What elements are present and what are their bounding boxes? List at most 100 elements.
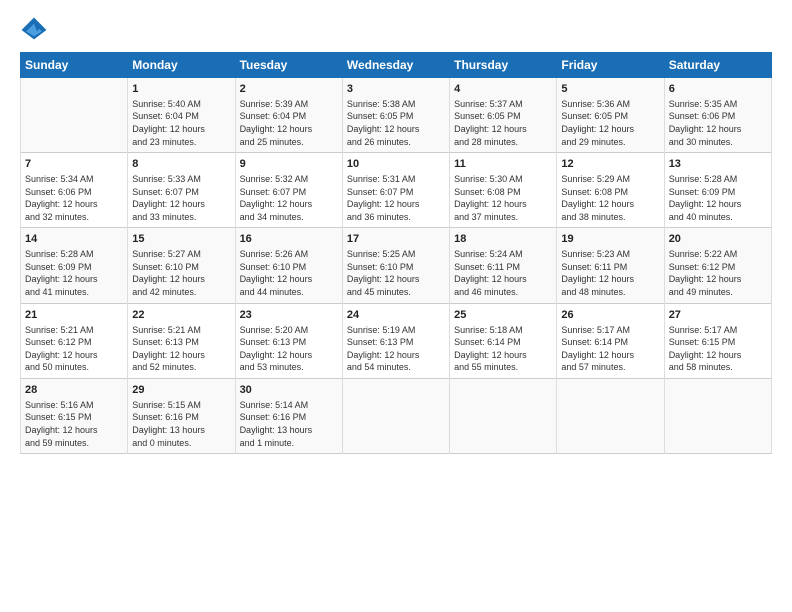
cell-content: Sunrise: 5:24 AM Sunset: 6:11 PM Dayligh… [454,248,552,298]
calendar-week-row: 7Sunrise: 5:34 AM Sunset: 6:06 PM Daylig… [21,153,772,228]
calendar-cell: 17Sunrise: 5:25 AM Sunset: 6:10 PM Dayli… [342,228,449,303]
calendar-cell: 15Sunrise: 5:27 AM Sunset: 6:10 PM Dayli… [128,228,235,303]
calendar-cell: 10Sunrise: 5:31 AM Sunset: 6:07 PM Dayli… [342,153,449,228]
cell-content: Sunrise: 5:39 AM Sunset: 6:04 PM Dayligh… [240,98,338,148]
calendar-cell: 8Sunrise: 5:33 AM Sunset: 6:07 PM Daylig… [128,153,235,228]
calendar-cell: 29Sunrise: 5:15 AM Sunset: 6:16 PM Dayli… [128,378,235,453]
calendar-cell: 5Sunrise: 5:36 AM Sunset: 6:05 PM Daylig… [557,78,664,153]
cell-content: Sunrise: 5:22 AM Sunset: 6:12 PM Dayligh… [669,248,767,298]
cell-content: Sunrise: 5:16 AM Sunset: 6:15 PM Dayligh… [25,399,123,449]
cell-content: Sunrise: 5:25 AM Sunset: 6:10 PM Dayligh… [347,248,445,298]
cell-content: Sunrise: 5:38 AM Sunset: 6:05 PM Dayligh… [347,98,445,148]
day-number: 10 [347,157,445,172]
day-number: 7 [25,157,123,172]
calendar-cell [557,378,664,453]
calendar-cell: 3Sunrise: 5:38 AM Sunset: 6:05 PM Daylig… [342,78,449,153]
day-number: 2 [240,82,338,97]
day-number: 18 [454,232,552,247]
calendar-cell [664,378,771,453]
calendar-cell: 9Sunrise: 5:32 AM Sunset: 6:07 PM Daylig… [235,153,342,228]
day-number: 20 [669,232,767,247]
calendar-cell: 28Sunrise: 5:16 AM Sunset: 6:15 PM Dayli… [21,378,128,453]
cell-content: Sunrise: 5:26 AM Sunset: 6:10 PM Dayligh… [240,248,338,298]
day-number: 4 [454,82,552,97]
day-number: 19 [561,232,659,247]
column-header-sunday: Sunday [21,53,128,78]
logo-icon [20,16,48,44]
calendar-cell: 16Sunrise: 5:26 AM Sunset: 6:10 PM Dayli… [235,228,342,303]
day-number: 15 [132,232,230,247]
cell-content: Sunrise: 5:35 AM Sunset: 6:06 PM Dayligh… [669,98,767,148]
column-header-friday: Friday [557,53,664,78]
cell-content: Sunrise: 5:15 AM Sunset: 6:16 PM Dayligh… [132,399,230,449]
calendar-cell: 23Sunrise: 5:20 AM Sunset: 6:13 PM Dayli… [235,303,342,378]
day-number: 6 [669,82,767,97]
calendar-table: SundayMondayTuesdayWednesdayThursdayFrid… [20,52,772,454]
column-header-monday: Monday [128,53,235,78]
day-number: 23 [240,308,338,323]
calendar-cell: 14Sunrise: 5:28 AM Sunset: 6:09 PM Dayli… [21,228,128,303]
calendar-cell: 6Sunrise: 5:35 AM Sunset: 6:06 PM Daylig… [664,78,771,153]
calendar-cell: 19Sunrise: 5:23 AM Sunset: 6:11 PM Dayli… [557,228,664,303]
cell-content: Sunrise: 5:17 AM Sunset: 6:14 PM Dayligh… [561,324,659,374]
column-header-wednesday: Wednesday [342,53,449,78]
calendar-cell [450,378,557,453]
cell-content: Sunrise: 5:29 AM Sunset: 6:08 PM Dayligh… [561,173,659,223]
cell-content: Sunrise: 5:23 AM Sunset: 6:11 PM Dayligh… [561,248,659,298]
calendar-cell: 13Sunrise: 5:28 AM Sunset: 6:09 PM Dayli… [664,153,771,228]
day-number: 13 [669,157,767,172]
page-header [20,16,772,44]
day-number: 21 [25,308,123,323]
cell-content: Sunrise: 5:31 AM Sunset: 6:07 PM Dayligh… [347,173,445,223]
calendar-cell: 4Sunrise: 5:37 AM Sunset: 6:05 PM Daylig… [450,78,557,153]
day-number: 16 [240,232,338,247]
day-number: 3 [347,82,445,97]
calendar-cell: 21Sunrise: 5:21 AM Sunset: 6:12 PM Dayli… [21,303,128,378]
calendar-week-row: 21Sunrise: 5:21 AM Sunset: 6:12 PM Dayli… [21,303,772,378]
cell-content: Sunrise: 5:32 AM Sunset: 6:07 PM Dayligh… [240,173,338,223]
day-number: 25 [454,308,552,323]
cell-content: Sunrise: 5:30 AM Sunset: 6:08 PM Dayligh… [454,173,552,223]
column-header-tuesday: Tuesday [235,53,342,78]
calendar-week-row: 1Sunrise: 5:40 AM Sunset: 6:04 PM Daylig… [21,78,772,153]
cell-content: Sunrise: 5:17 AM Sunset: 6:15 PM Dayligh… [669,324,767,374]
calendar-cell [21,78,128,153]
logo [20,16,50,44]
cell-content: Sunrise: 5:21 AM Sunset: 6:12 PM Dayligh… [25,324,123,374]
column-header-thursday: Thursday [450,53,557,78]
cell-content: Sunrise: 5:27 AM Sunset: 6:10 PM Dayligh… [132,248,230,298]
cell-content: Sunrise: 5:37 AM Sunset: 6:05 PM Dayligh… [454,98,552,148]
cell-content: Sunrise: 5:21 AM Sunset: 6:13 PM Dayligh… [132,324,230,374]
calendar-cell: 22Sunrise: 5:21 AM Sunset: 6:13 PM Dayli… [128,303,235,378]
calendar-cell: 24Sunrise: 5:19 AM Sunset: 6:13 PM Dayli… [342,303,449,378]
calendar-cell: 12Sunrise: 5:29 AM Sunset: 6:08 PM Dayli… [557,153,664,228]
calendar-cell: 18Sunrise: 5:24 AM Sunset: 6:11 PM Dayli… [450,228,557,303]
day-number: 24 [347,308,445,323]
cell-content: Sunrise: 5:36 AM Sunset: 6:05 PM Dayligh… [561,98,659,148]
day-number: 11 [454,157,552,172]
day-number: 17 [347,232,445,247]
day-number: 8 [132,157,230,172]
calendar-header-row: SundayMondayTuesdayWednesdayThursdayFrid… [21,53,772,78]
day-number: 30 [240,383,338,398]
calendar-cell: 2Sunrise: 5:39 AM Sunset: 6:04 PM Daylig… [235,78,342,153]
calendar-cell: 30Sunrise: 5:14 AM Sunset: 6:16 PM Dayli… [235,378,342,453]
day-number: 29 [132,383,230,398]
calendar-cell: 11Sunrise: 5:30 AM Sunset: 6:08 PM Dayli… [450,153,557,228]
cell-content: Sunrise: 5:19 AM Sunset: 6:13 PM Dayligh… [347,324,445,374]
calendar-cell: 7Sunrise: 5:34 AM Sunset: 6:06 PM Daylig… [21,153,128,228]
calendar-cell: 26Sunrise: 5:17 AM Sunset: 6:14 PM Dayli… [557,303,664,378]
cell-content: Sunrise: 5:34 AM Sunset: 6:06 PM Dayligh… [25,173,123,223]
day-number: 1 [132,82,230,97]
day-number: 22 [132,308,230,323]
day-number: 26 [561,308,659,323]
calendar-cell: 1Sunrise: 5:40 AM Sunset: 6:04 PM Daylig… [128,78,235,153]
cell-content: Sunrise: 5:18 AM Sunset: 6:14 PM Dayligh… [454,324,552,374]
day-number: 12 [561,157,659,172]
calendar-week-row: 28Sunrise: 5:16 AM Sunset: 6:15 PM Dayli… [21,378,772,453]
day-number: 5 [561,82,659,97]
calendar-cell: 27Sunrise: 5:17 AM Sunset: 6:15 PM Dayli… [664,303,771,378]
calendar-cell [342,378,449,453]
cell-content: Sunrise: 5:20 AM Sunset: 6:13 PM Dayligh… [240,324,338,374]
cell-content: Sunrise: 5:40 AM Sunset: 6:04 PM Dayligh… [132,98,230,148]
